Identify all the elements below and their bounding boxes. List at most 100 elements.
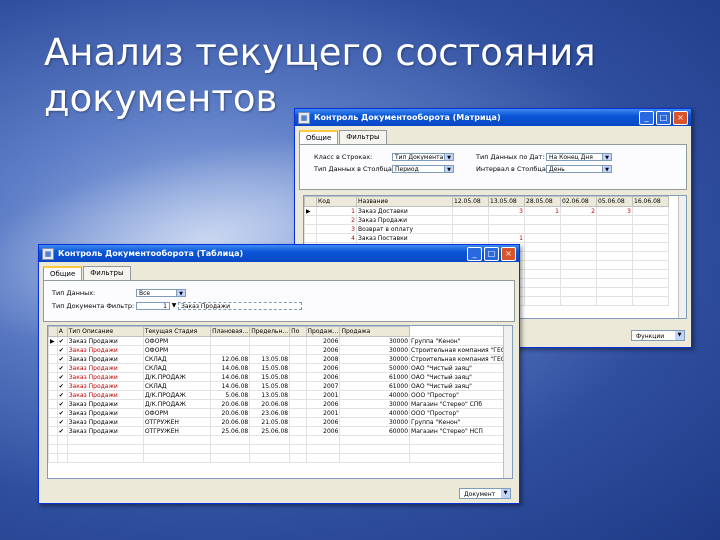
- row-selector: [48, 363, 58, 373]
- tip-select[interactable]: Все ▼: [136, 288, 186, 297]
- cell-type: Заказ Продажи: [66, 336, 144, 346]
- cell-year: 2006: [305, 336, 341, 346]
- checkmark-icon[interactable]: ✔: [56, 408, 68, 418]
- column-header[interactable]: 13.05.08: [488, 196, 525, 207]
- empty-cell: [596, 242, 633, 252]
- table-scrollbar[interactable]: [503, 326, 512, 478]
- empty-cell: [560, 278, 597, 288]
- maximize-icon[interactable]: □: [656, 111, 671, 125]
- table-row[interactable]: ✔ Заказ Продажи ОТГРУЖЕН 25.06.08 25.06.08 20…: [48, 426, 512, 436]
- tab-filters[interactable]: Фильтры: [339, 130, 387, 144]
- maximize-icon[interactable]: □: [484, 247, 499, 261]
- checkmark-icon[interactable]: ✔: [56, 426, 68, 436]
- empty-cell: [409, 453, 512, 463]
- empty-cell: [305, 444, 341, 454]
- minimize-icon[interactable]: _: [639, 111, 654, 125]
- cell-year: 2006: [305, 345, 341, 355]
- cell-po: [289, 381, 307, 391]
- checkmark-icon[interactable]: ✔: [56, 354, 68, 364]
- close-icon[interactable]: ×: [501, 247, 516, 261]
- empty-cell: [289, 444, 307, 454]
- column-header[interactable]: Продаж...: [305, 326, 341, 337]
- cell-code: 3: [316, 224, 357, 234]
- empty-cell: [48, 453, 58, 463]
- table-action-button[interactable]: Документ ▼: [459, 488, 511, 499]
- cell-po: [289, 336, 307, 346]
- matrix-window-titlebar[interactable]: ▦ Контроль Документооборота (Матрица) _ …: [295, 109, 691, 126]
- empty-cell: [48, 444, 58, 454]
- table-row[interactable]: 3 Возврат в оплату: [304, 224, 669, 234]
- lookup-icon[interactable]: ▼: [170, 302, 178, 309]
- table-row[interactable]: ✔ Заказ Продажи ОФОРМ 2006 30000 Строительная…: [48, 345, 512, 355]
- cell-amount: 30000: [339, 336, 411, 346]
- column-header[interactable]: Тип Описание: [66, 326, 144, 337]
- empty-cell: [632, 242, 669, 252]
- table-row[interactable]: ▶ 1 Заказ Доставки 3 1 2 3: [304, 206, 669, 216]
- table-row[interactable]: ✔ Заказ Продажи ОФОРМ 20.06.08 23.06.08 2001 4…: [48, 408, 512, 418]
- checkmark-icon[interactable]: ✔: [56, 336, 68, 346]
- checkmark-icon[interactable]: ✔: [56, 345, 68, 355]
- table-window-titlebar[interactable]: ▦ Контроль Документооборота (Таблица) _ …: [39, 245, 519, 262]
- column-header[interactable]: Продажа: [339, 326, 411, 337]
- table-row[interactable]: ✔ Заказ Продажи СКЛАД 14.06.08 15.05.08 2007 6…: [48, 381, 512, 391]
- column-header[interactable]: По: [289, 326, 307, 337]
- tab-filters[interactable]: Фильтры: [83, 266, 131, 280]
- table-row[interactable]: ✔ Заказ Продажи СКЛАД 14.06.08 15.05.08 2006 5…: [48, 363, 512, 373]
- table-row[interactable]: ✔ Заказ Продажи Д/К.ПРОДАЖ 5.06.08 13.05.08 2…: [48, 390, 512, 400]
- table-row[interactable]: ▶ ✔ Заказ Продажи ОФОРМ 2006 30000 Группа "Кен…: [48, 336, 512, 346]
- column-header[interactable]: 28.05.08: [524, 196, 561, 207]
- column-header[interactable]: А: [56, 326, 68, 337]
- empty-cell: [524, 242, 561, 252]
- column-header[interactable]: Название: [356, 196, 453, 207]
- tab-general[interactable]: Общие: [43, 266, 83, 280]
- matrix-scrollbar[interactable]: [678, 196, 686, 318]
- empty-cell: [305, 453, 341, 463]
- matrix-action-button[interactable]: Функции ▼: [631, 330, 685, 341]
- filter-value-field[interactable]: Заказ Продажи: [178, 301, 302, 310]
- checkmark-icon[interactable]: ✔: [56, 390, 68, 400]
- cell-stage: ОФОРМ: [142, 408, 212, 418]
- minimize-icon[interactable]: _: [467, 247, 482, 261]
- cell-po: [289, 417, 307, 427]
- table-row[interactable]: 4 Заказ Поставки 1: [304, 233, 669, 243]
- cell-plan: 14.06.08: [210, 381, 251, 391]
- empty-cell: [142, 453, 212, 463]
- column-header[interactable]: Плановая...: [210, 326, 251, 337]
- empty-cell: [48, 435, 58, 445]
- cell-po: [289, 399, 307, 409]
- close-icon[interactable]: ×: [673, 111, 688, 125]
- column-header[interactable]: Код: [316, 196, 357, 207]
- cell-name: Строительная компания "ГЕОН: [409, 345, 512, 355]
- stolbtsy-select[interactable]: Период ▼: [392, 164, 454, 173]
- row-selector: [48, 417, 58, 427]
- checkmark-icon[interactable]: ✔: [56, 417, 68, 427]
- column-header[interactable]: 05.06.08: [596, 196, 633, 207]
- checkmark-icon[interactable]: ✔: [56, 372, 68, 382]
- table-row[interactable]: ✔ Заказ Продажи СКЛАД 12.06.08 13.05.08 2008 3…: [48, 354, 512, 364]
- cell-c6: [632, 233, 669, 243]
- table-row[interactable]: ✔ Заказ Продажи ОТГРУЖЕН 20.06.08 21.05.08 20…: [48, 417, 512, 427]
- cell-po: [289, 354, 307, 364]
- table-row[interactable]: ✔ Заказ Продажи Д/К.ПРОДАЖ 20.06.08 20.06.08…: [48, 399, 512, 409]
- empty-cell: [596, 251, 633, 261]
- empty-cell: [524, 287, 561, 297]
- klass-select[interactable]: Тип Документа ▼: [392, 152, 454, 161]
- cell-stage: Д/К.ПРОДАЖ: [142, 372, 212, 382]
- checkmark-icon[interactable]: ✔: [56, 381, 68, 391]
- shag-select[interactable]: День ▼: [546, 164, 612, 173]
- checkmark-icon[interactable]: ✔: [56, 363, 68, 373]
- tab-general[interactable]: Общие: [299, 130, 339, 144]
- matrix-filter-panel: Класс в Строках: Тип Документа ▼ Тип Данн…: [299, 144, 687, 190]
- column-header[interactable]: 12.05.08: [452, 196, 489, 207]
- data-select[interactable]: На Конец Дня ▼: [546, 152, 612, 161]
- column-header[interactable]: Текущая Стадия: [142, 326, 212, 337]
- checkmark-icon[interactable]: ✔: [56, 399, 68, 409]
- table-row[interactable]: 2 Заказ Продажи: [304, 215, 669, 225]
- table-row[interactable]: ✔ Заказ Продажи Д/К.ПРОДАЖ 14.06.08 15.05.08…: [48, 372, 512, 382]
- column-header[interactable]: Предельн...: [249, 326, 291, 337]
- cell-stage: ОТГРУЖЕН: [142, 426, 212, 436]
- filter-num-field[interactable]: 1: [136, 301, 170, 310]
- column-header[interactable]: 16.06.08: [632, 196, 669, 207]
- cell-c3: [524, 215, 561, 225]
- column-header[interactable]: 02.06.08: [560, 196, 597, 207]
